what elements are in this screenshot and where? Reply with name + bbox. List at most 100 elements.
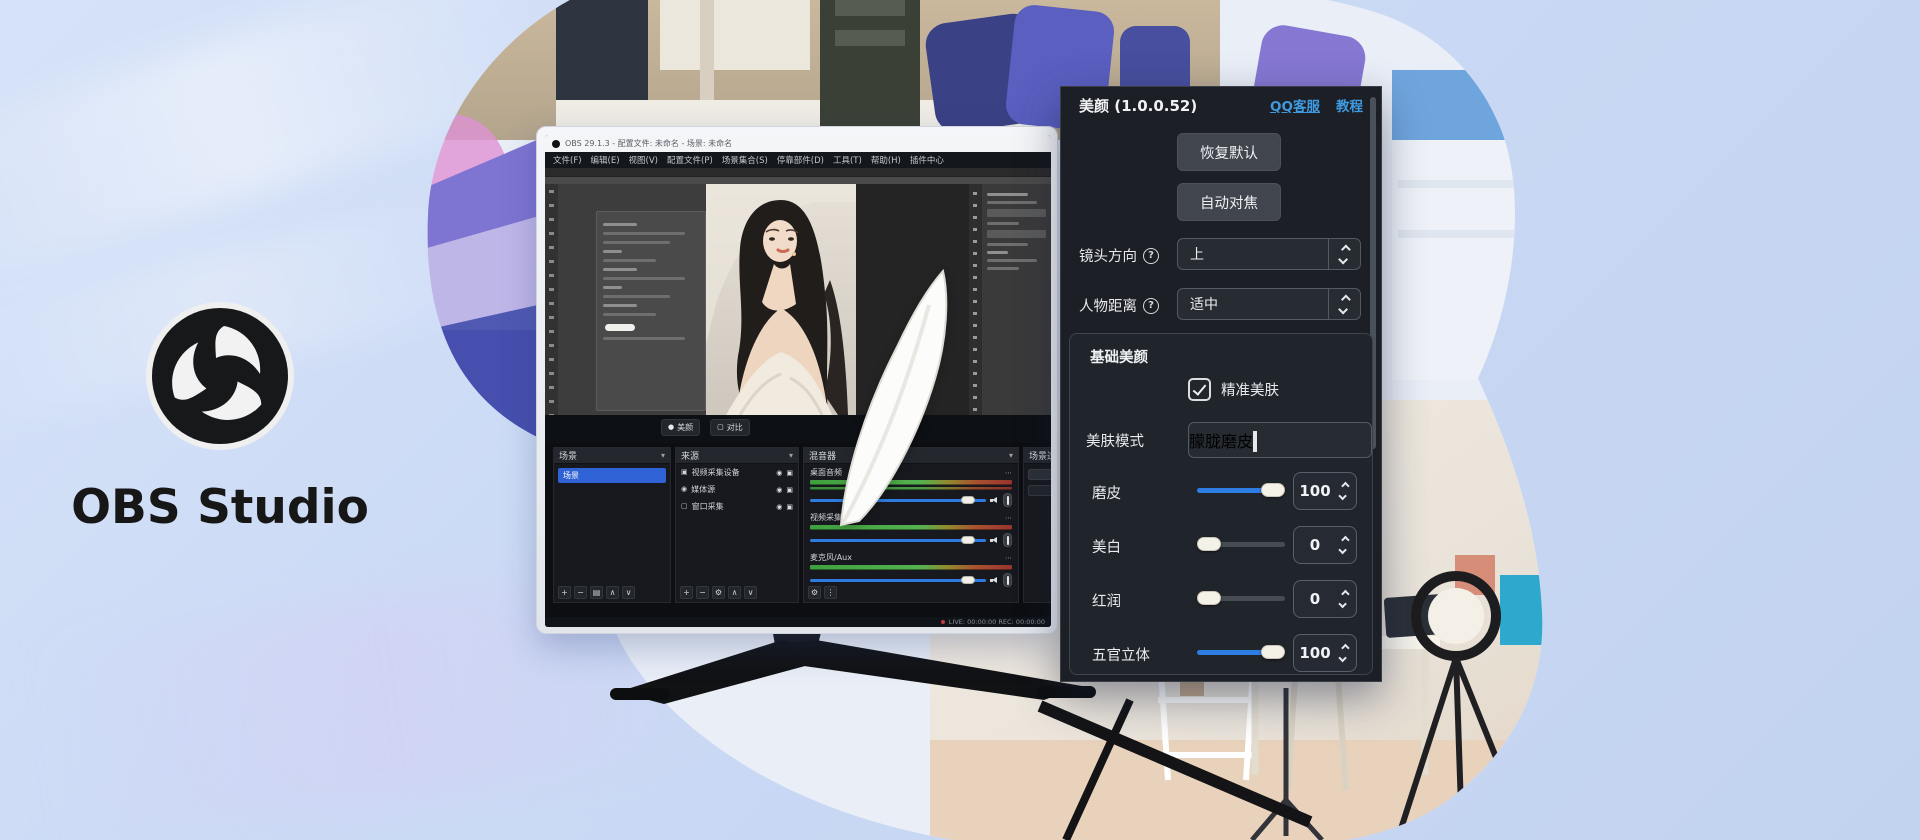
smooth-skin-spinner[interactable]: 100 xyxy=(1293,472,1357,510)
whitening-row: 美白 0 xyxy=(1070,526,1372,566)
lock-icon[interactable]: ▣ xyxy=(786,486,793,494)
obs-window: OBS 29.1.3 - 配置文件: 未命名 - 场景: 未命名 文件(F) 编… xyxy=(545,135,1051,627)
scene-filters-button[interactable]: ▤ xyxy=(590,586,603,599)
autofocus-button[interactable]: 自动对焦 xyxy=(1177,183,1281,221)
help-icon[interactable]: ? xyxy=(1143,248,1159,264)
rosy-slider[interactable] xyxy=(1197,596,1285,601)
scenes-dock-title: 场景 xyxy=(559,449,577,462)
menu-edit[interactable]: 编辑(E) xyxy=(591,154,620,166)
smooth-skin-row: 磨皮 100 xyxy=(1070,472,1372,512)
qq-support-link[interactable]: QQ客服 xyxy=(1270,95,1320,115)
visibility-eye-icon[interactable]: ◉ xyxy=(776,503,782,511)
media-source-icon: ◉ xyxy=(681,486,687,493)
camera-direction-select[interactable]: 上 xyxy=(1177,238,1361,270)
menu-tools[interactable]: 工具(T) xyxy=(833,154,862,166)
visibility-eye-icon[interactable]: ◉ xyxy=(776,486,782,494)
window-capture-icon: ▢ xyxy=(681,503,688,510)
spinner-arrows-icon[interactable] xyxy=(1336,537,1356,553)
audio-meter xyxy=(810,565,1012,570)
transition-duration[interactable] xyxy=(1028,485,1051,496)
mini-fader[interactable] xyxy=(1003,493,1012,507)
whitening-slider[interactable] xyxy=(1197,542,1285,547)
speaker-icon[interactable] xyxy=(990,577,999,584)
lock-icon[interactable]: ▣ xyxy=(786,469,793,477)
dock-menu-icon[interactable]: ▾ xyxy=(789,451,793,460)
mini-fader[interactable] xyxy=(1003,533,1012,547)
spinner-arrows-icon[interactable] xyxy=(1336,591,1356,607)
source-down-button[interactable]: ∨ xyxy=(744,586,757,599)
scene-down-button[interactable]: ∨ xyxy=(622,586,635,599)
beauty-toggle-button[interactable]: ● 美颜 xyxy=(661,419,700,436)
obs-titlebar: OBS 29.1.3 - 配置文件: 未命名 - 场景: 未命名 xyxy=(545,135,1051,152)
channel-options-icon[interactable]: ⋯ xyxy=(1005,514,1012,522)
source-row[interactable]: ▢ 窗口采集 ◉ ▣ xyxy=(676,498,798,515)
obs-window-title: OBS 29.1.3 - 配置文件: 未命名 - 场景: 未命名 xyxy=(565,138,732,149)
add-source-button[interactable]: + xyxy=(680,586,693,599)
brand-title: OBS Studio xyxy=(50,480,390,535)
person-distance-select[interactable]: 适中 xyxy=(1177,288,1361,320)
volume-slider[interactable] xyxy=(810,579,986,582)
menu-plugin-center[interactable]: 插件中心 xyxy=(910,154,944,166)
channel-options-icon[interactable]: ⋯ xyxy=(1005,469,1012,477)
precise-skin-checkbox[interactable] xyxy=(1188,378,1211,401)
compare-toggle-button[interactable]: ▢ 对比 xyxy=(710,419,750,436)
source-up-button[interactable]: ∧ xyxy=(728,586,741,599)
editor-toolbar xyxy=(545,168,1051,177)
obs-branding: OBS Studio xyxy=(50,300,390,535)
source-row[interactable]: ▣ 视频采集设备 ◉ ▣ xyxy=(676,464,798,481)
obs-logo-icon xyxy=(144,300,296,452)
facial-3d-slider[interactable] xyxy=(1197,650,1285,655)
scene-item-selected[interactable]: 场景 xyxy=(558,468,666,483)
visibility-eye-icon[interactable]: ◉ xyxy=(776,469,782,477)
speaker-icon[interactable] xyxy=(990,497,999,504)
menu-file[interactable]: 文件(F) xyxy=(553,154,582,166)
help-icon[interactable]: ? xyxy=(1143,298,1159,314)
source-properties-button[interactable]: ⚙ xyxy=(712,586,725,599)
editor-options-bar xyxy=(545,177,1051,184)
spinner-arrows-icon[interactable] xyxy=(1336,645,1356,661)
camera-direction-label: 镜头方向 ? xyxy=(1079,245,1159,266)
dock-menu-icon[interactable]: ▾ xyxy=(661,451,665,460)
whitening-spinner[interactable]: 0 xyxy=(1293,526,1357,564)
mixer-more-button[interactable]: ⋮ xyxy=(824,586,837,599)
rosy-spinner[interactable]: 0 xyxy=(1293,580,1357,618)
restore-defaults-button[interactable]: 恢复默认 xyxy=(1177,133,1281,171)
rec-indicator-icon xyxy=(941,620,945,624)
obs-preview xyxy=(545,168,1051,415)
beauty-panel: 美颜 (1.0.0.52) QQ客服 教程 恢复默认 自动对焦 镜头方向 ? 上… xyxy=(1060,86,1382,682)
facial-3d-spinner[interactable]: 100 xyxy=(1293,634,1357,672)
menu-scene-collection[interactable]: 场景集合(S) xyxy=(722,154,768,166)
smooth-skin-slider[interactable] xyxy=(1197,488,1285,493)
obs-app-icon xyxy=(552,140,560,148)
mixer-settings-button[interactable]: ⚙ xyxy=(808,586,821,599)
menu-profile[interactable]: 配置文件(P) xyxy=(667,154,713,166)
menu-view[interactable]: 视图(V) xyxy=(629,154,658,166)
lock-icon[interactable]: ▣ xyxy=(786,503,793,511)
mixer-channel: 麦克风/Aux⋯ xyxy=(804,549,1018,589)
dock-menu-icon[interactable]: ▾ xyxy=(1009,451,1013,460)
speaker-icon[interactable] xyxy=(990,537,999,544)
camera-dot-icon: ● xyxy=(668,424,674,431)
scenes-dock: 场景 ▾ 场景 + − ▤ ∧ ∨ xyxy=(553,447,671,603)
remove-scene-button[interactable]: − xyxy=(574,586,587,599)
menu-help[interactable]: 帮助(H) xyxy=(871,154,901,166)
transition-select[interactable] xyxy=(1028,469,1051,480)
remove-source-button[interactable]: − xyxy=(696,586,709,599)
menu-docks[interactable]: 停靠部件(D) xyxy=(777,154,824,166)
scenes-toolbar: + − ▤ ∧ ∨ xyxy=(558,586,635,599)
editor-right-icon-strip xyxy=(969,184,981,415)
editor-floating-panel xyxy=(596,211,706,411)
tutorial-link[interactable]: 教程 xyxy=(1336,95,1363,115)
editor-panel-button xyxy=(605,324,635,331)
preview-toggle-buttons: ● 美颜 ▢ 对比 xyxy=(661,419,750,436)
mini-fader[interactable] xyxy=(1003,573,1012,587)
spinner-arrows-icon[interactable] xyxy=(1336,483,1356,499)
skin-mode-select[interactable]: 朦胧磨皮 xyxy=(1188,422,1372,458)
add-scene-button[interactable]: + xyxy=(558,586,571,599)
scene-up-button[interactable]: ∧ xyxy=(606,586,619,599)
stage: OBS Studio OBS 29.1.3 - 配置文件: 未命名 - 场景: … xyxy=(0,0,1920,840)
window-icon: ▢ xyxy=(717,424,724,431)
source-row[interactable]: ◉ 媒体源 ◉ ▣ xyxy=(676,481,798,498)
channel-options-icon[interactable]: ⋯ xyxy=(1005,554,1012,562)
editor-tool-strip xyxy=(545,184,558,415)
